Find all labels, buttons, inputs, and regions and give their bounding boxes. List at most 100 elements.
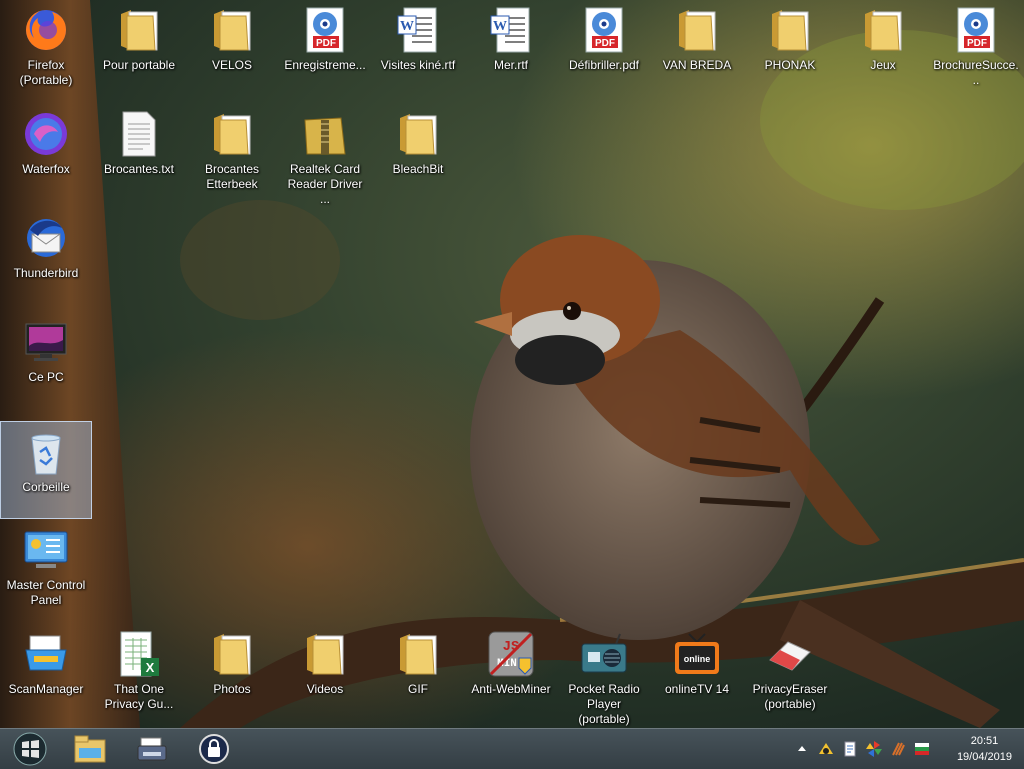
eraser-icon xyxy=(766,630,814,678)
svg-text:PDF: PDF xyxy=(595,38,615,49)
desktop-icon-label: Pour portable xyxy=(102,58,176,72)
desktop-icon-jeux[interactable]: Jeux xyxy=(837,0,929,98)
start-button[interactable] xyxy=(6,731,54,767)
folder-icon xyxy=(673,6,721,54)
folder-icon xyxy=(208,110,256,158)
desktop-icon-corbeille[interactable]: Corbeille xyxy=(0,421,92,519)
desktop-icon-label: Anti-WebMiner xyxy=(471,682,551,696)
desktop-icon-bleachbit[interactable]: BleachBit xyxy=(372,104,464,202)
waterfox-icon xyxy=(22,110,70,158)
desktop-icon-mer[interactable]: W Mer.rtf xyxy=(465,0,557,98)
desktop-icon-label: That One Privacy Gu... xyxy=(104,682,174,711)
desktop-icon-label: VELOS xyxy=(211,58,253,72)
desktop-icon-onlinetv[interactable]: online onlineTV 14 xyxy=(651,624,743,722)
folder-icon xyxy=(301,630,349,678)
zip-folder-icon xyxy=(301,110,349,158)
desktop-icon-that-one-privacy[interactable]: X That One Privacy Gu... xyxy=(93,624,185,722)
windows-logo-icon xyxy=(13,732,47,766)
desktop-icon-label: BleachBit xyxy=(392,162,444,176)
desktop-icon-label: Mer.rtf xyxy=(493,58,528,72)
scanner-icon xyxy=(22,630,70,678)
desktop-icon-firefox[interactable]: Firefox (Portable) xyxy=(0,0,92,98)
pdf-icon: PDF xyxy=(301,6,349,54)
svg-text:X: X xyxy=(146,660,155,675)
desktop-icon-realtek[interactable]: Realtek Card Reader Driver ... xyxy=(279,104,371,206)
thunderbird-icon xyxy=(22,214,70,262)
folder-icon xyxy=(859,6,907,54)
desktop-icon-label: Waterfox xyxy=(22,162,70,176)
desktop-icon-pour-portable[interactable]: Pour portable xyxy=(93,0,185,98)
desktop-icon-master-control[interactable]: Master Control Panel xyxy=(0,520,92,618)
desktop-icon-label: Pocket Radio Player (portable) xyxy=(568,682,640,726)
desktop-icon-brochure[interactable]: PDF BrochureSucce... xyxy=(930,0,1022,98)
desktop-icon-privacyeraser[interactable]: PrivacyEraser (portable) xyxy=(744,624,836,722)
desktop-icon-gif[interactable]: GIF xyxy=(372,624,464,722)
desktop-icon-label: Realtek Card Reader Driver ... xyxy=(287,162,363,206)
desktop-icon-ce-pc[interactable]: Ce PC xyxy=(0,312,92,410)
desktop-icon-label: GIF xyxy=(408,682,428,696)
desktop-icon-videos[interactable]: Videos xyxy=(279,624,371,722)
desktop-icon-phonak[interactable]: PHONAK xyxy=(744,0,836,98)
radio-icon xyxy=(580,630,628,678)
desktop-icon-photos[interactable]: Photos xyxy=(186,624,278,722)
desktop-icon-pocket-radio[interactable]: Pocket Radio Player (portable) xyxy=(558,624,650,726)
desktop-icon-label: Videos xyxy=(306,682,344,696)
desktop-icon-van-breda[interactable]: VAN BREDA xyxy=(651,0,743,98)
desktop-icon-brocantes-txt[interactable]: Brocantes.txt xyxy=(93,104,185,202)
taskbar-vpn-app[interactable] xyxy=(190,731,238,767)
scanner-app-icon xyxy=(137,737,167,761)
desktop-icon-label: Photos xyxy=(213,682,251,696)
desktop-icon-label: Thunderbird xyxy=(13,266,79,280)
desktop-icon-label: Brocantes.txt xyxy=(103,162,175,176)
pdf-icon: PDF xyxy=(952,6,1000,54)
desktop-icon-label: PrivacyEraser (portable) xyxy=(752,682,828,711)
file-explorer-icon xyxy=(74,735,106,763)
svg-text:PDF: PDF xyxy=(316,38,336,49)
svg-text:W: W xyxy=(400,19,414,34)
desktop-icon-label: Ce PC xyxy=(28,370,64,384)
taskbar-file-explorer[interactable] xyxy=(66,731,114,767)
desktop-icon-label: Visites kiné.rtf xyxy=(380,58,456,72)
folder-icon xyxy=(208,630,256,678)
lock-app-icon xyxy=(199,734,229,764)
clock-date: 19/04/2019 xyxy=(956,751,1012,763)
folder-icon xyxy=(394,630,442,678)
desktop-icon-label: Enregistreme... xyxy=(284,58,366,72)
desktop-icon-enregistrement[interactable]: PDF Enregistreme... xyxy=(279,0,371,98)
desktop-icon-label: ScanManager xyxy=(8,682,84,696)
folder-icon xyxy=(208,6,256,54)
pinwheel-tray-icon[interactable] xyxy=(866,741,882,757)
desktop-icon-brocantes-etterbeek[interactable]: Brocantes Etterbeek xyxy=(186,104,278,202)
desktop-icon-velos[interactable]: VELOS xyxy=(186,0,278,98)
tool-tray-icon[interactable] xyxy=(890,741,906,757)
desktop-icon-label: Firefox (Portable) xyxy=(19,58,73,87)
desktop-icon-waterfox[interactable]: Waterfox xyxy=(0,104,92,202)
desktop-icon-label: Master Control Panel xyxy=(6,578,86,607)
folder-icon xyxy=(766,6,814,54)
excel-file-icon: X xyxy=(115,630,163,678)
onlinetv-icon: online xyxy=(673,630,721,678)
antivirus-tray-icon[interactable] xyxy=(818,741,834,757)
desktop-icon-anti-webminer[interactable]: JS MIN Anti-WebMiner xyxy=(465,624,557,722)
taskbar-scanner-app[interactable] xyxy=(128,731,176,767)
desktop-icon-thunderbird[interactable]: Thunderbird xyxy=(0,208,92,306)
clock-time: 20:51 xyxy=(970,735,999,747)
onlinetv-icon-text: online xyxy=(684,654,711,664)
document-tray-icon[interactable] xyxy=(842,741,858,757)
recycle-bin-icon xyxy=(22,428,70,476)
taskbar-clock[interactable]: 20:51 19/04/2019 xyxy=(957,733,1012,765)
show-hidden-icons-arrow[interactable] xyxy=(794,741,810,757)
desktop-icon-label: VAN BREDA xyxy=(662,58,732,72)
desktop-icon-visites-kine[interactable]: W Visites kiné.rtf xyxy=(372,0,464,98)
desktop-icon-defibriller[interactable]: PDF Défibriller.pdf xyxy=(558,0,650,98)
text-file-icon xyxy=(115,110,163,158)
taskbar: 20:51 19/04/2019 xyxy=(0,728,1024,769)
bulgarian-flag-tray-icon[interactable] xyxy=(914,741,930,757)
desktop-icon-label: PHONAK xyxy=(764,58,816,72)
desktop-icon-label: Jeux xyxy=(870,58,896,72)
desktop-icon-label: Brocantes Etterbeek xyxy=(204,162,260,191)
word-doc-icon: W xyxy=(394,6,442,54)
desktop-icon-scanmanager[interactable]: ScanManager xyxy=(0,624,92,722)
pdf-icon: PDF xyxy=(580,6,628,54)
svg-text:PDF: PDF xyxy=(967,38,987,49)
